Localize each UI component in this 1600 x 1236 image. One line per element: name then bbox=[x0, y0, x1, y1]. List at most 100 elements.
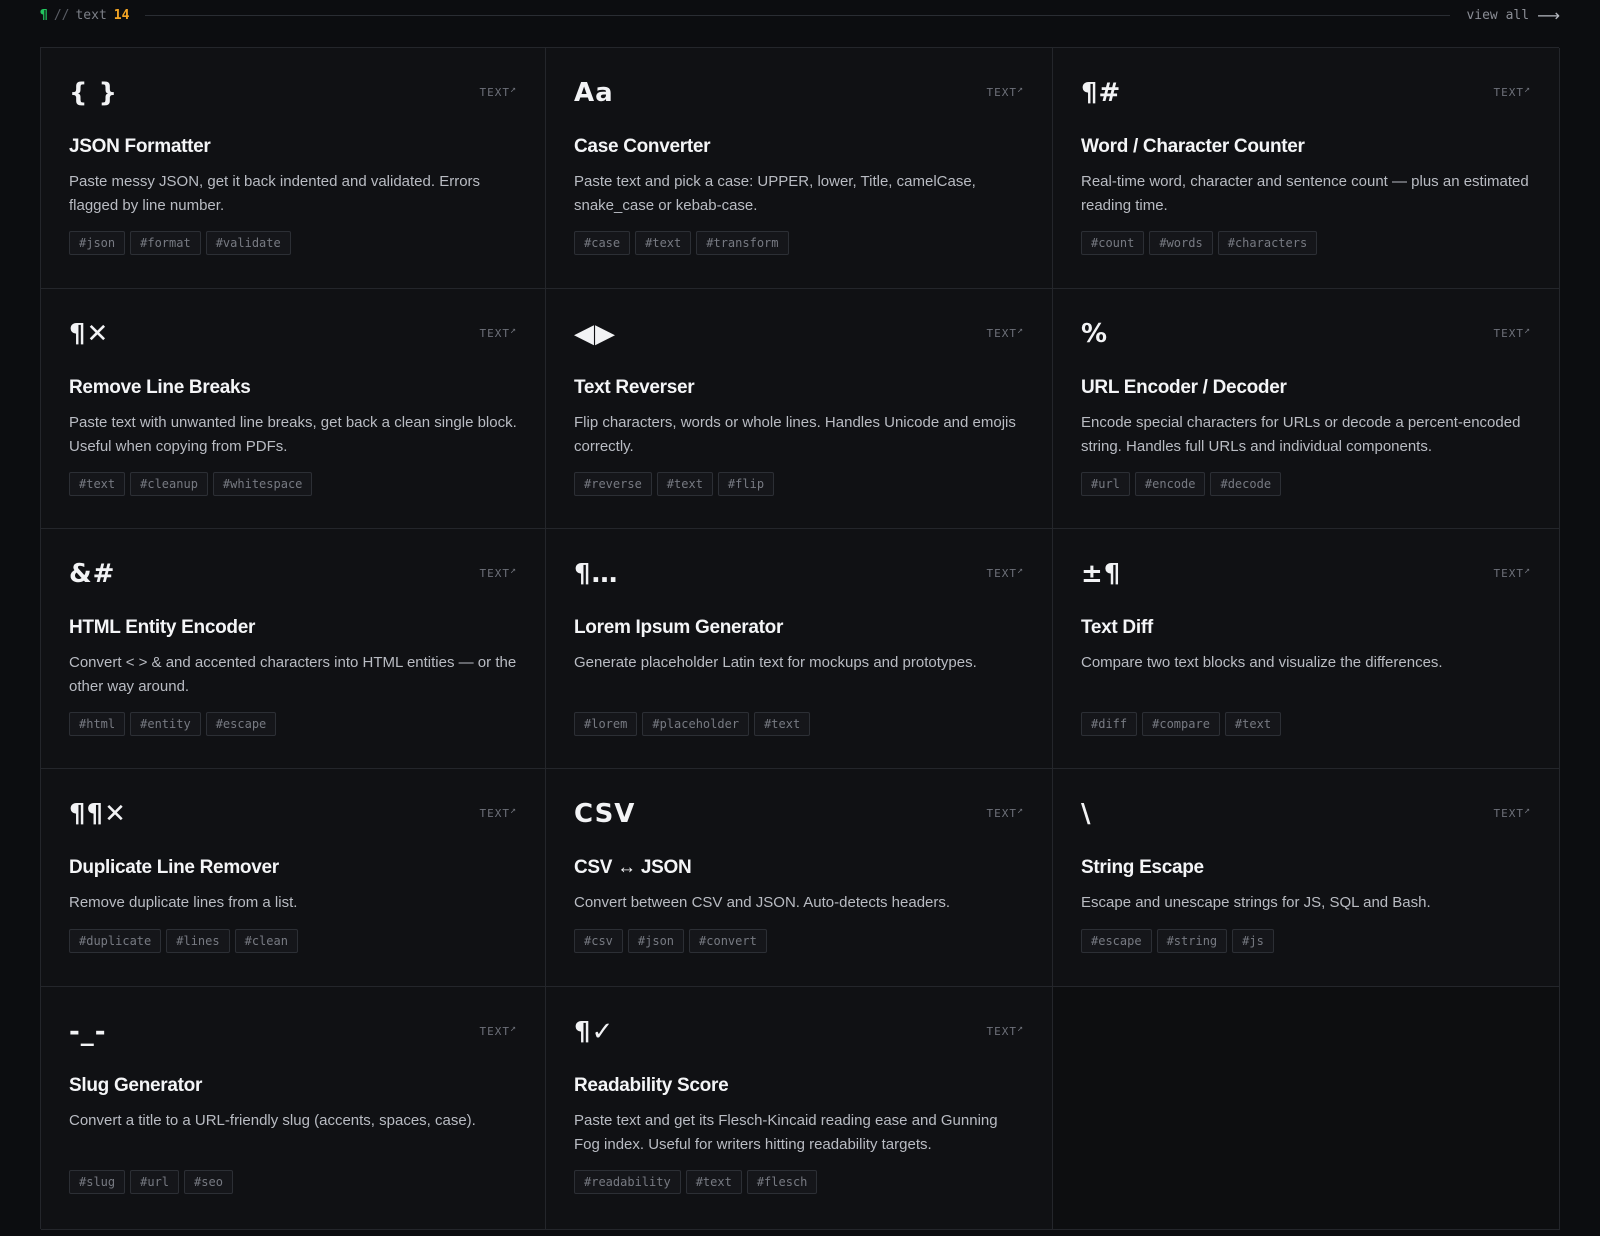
tag-chip[interactable]: #js bbox=[1232, 929, 1274, 953]
view-all-link[interactable]: view all ⟶ bbox=[1466, 6, 1560, 25]
tag-chip[interactable]: #entity bbox=[130, 712, 201, 736]
section-header: ¶ // text 14 view all ⟶ bbox=[40, 4, 1560, 26]
tag-chip[interactable]: #format bbox=[130, 231, 201, 255]
tool-card-text-diff[interactable]: ±¶ TEXT↗ Text Diff Compare two text blocks … bbox=[1053, 529, 1560, 769]
tool-icon: ±¶ bbox=[1081, 559, 1122, 589]
tag-chip[interactable]: #string bbox=[1156, 929, 1228, 953]
tag-chip[interactable]: #cleanup bbox=[130, 472, 208, 496]
tool-icon: ¶# bbox=[1081, 78, 1122, 108]
header-divider bbox=[145, 14, 1451, 16]
tag-chip[interactable]: #escape bbox=[1081, 929, 1152, 953]
tag-chip[interactable]: #escape bbox=[205, 712, 277, 736]
tag-chip[interactable]: #transform bbox=[696, 231, 789, 255]
tool-title: Case Converter bbox=[574, 136, 711, 157]
tag-chip[interactable]: #flip bbox=[717, 472, 775, 496]
tool-card-remove-line-breaks[interactable]: ¶✕ TEXT↗ Remove Line Breaks Paste text with… bbox=[41, 289, 546, 529]
tag-chip[interactable]: #seo bbox=[184, 1170, 233, 1194]
tag-chip[interactable]: #text bbox=[754, 712, 811, 736]
tool-description: Escape and unescape strings for JS, SQL … bbox=[1081, 894, 1431, 911]
tag-chip[interactable]: #diff bbox=[1081, 712, 1138, 736]
tag-chip[interactable]: #lines bbox=[166, 929, 230, 953]
tag-chip[interactable]: #csv bbox=[574, 929, 623, 953]
tool-icon: ¶✕ bbox=[69, 319, 110, 349]
tag-chip[interactable]: #json bbox=[69, 231, 126, 255]
external-arrow-icon: ↗ bbox=[1523, 805, 1531, 816]
empty-grid-cell bbox=[1053, 987, 1560, 1230]
tag-list: #count #words #characters bbox=[1081, 231, 1318, 255]
tag-chip[interactable]: #flesch bbox=[746, 1170, 818, 1194]
tag-list: #lorem #placeholder #text bbox=[574, 712, 811, 736]
category-badge: TEXT↗ bbox=[479, 805, 517, 820]
external-arrow-icon: ↗ bbox=[1016, 325, 1024, 336]
tool-description: Generate placeholder Latin text for mock… bbox=[574, 654, 977, 671]
tag-chip[interactable]: #text bbox=[685, 1170, 742, 1194]
tool-card-lorem-ipsum-generator[interactable]: ¶… TEXT↗ Lorem Ipsum Generator Generate pla… bbox=[546, 529, 1053, 769]
tag-chip[interactable]: #html bbox=[69, 712, 126, 736]
category-badge: TEXT↗ bbox=[479, 84, 517, 99]
tool-description: Real-time word, character and sentence c… bbox=[1081, 173, 1529, 214]
external-arrow-icon: ↗ bbox=[1016, 805, 1024, 816]
tool-card-string-escape[interactable]: \ TEXT↗ String Escape Escape and unescape s… bbox=[1053, 769, 1560, 987]
category-label: TEXT bbox=[479, 86, 510, 99]
tag-list: #text #cleanup #whitespace bbox=[69, 472, 313, 496]
tag-chip[interactable]: #url bbox=[1081, 472, 1130, 496]
tag-chip[interactable]: #validate bbox=[205, 231, 291, 255]
tag-chip[interactable]: #placeholder bbox=[642, 712, 750, 736]
tag-chip[interactable]: #convert bbox=[689, 929, 767, 953]
view-all-label: view all bbox=[1466, 7, 1530, 23]
tag-chip[interactable]: #decode bbox=[1210, 472, 1282, 496]
tag-chip[interactable]: #case bbox=[574, 231, 631, 255]
tool-description: Convert a title to a URL-friendly slug (… bbox=[69, 1112, 476, 1129]
tag-chip[interactable]: #count bbox=[1081, 231, 1145, 255]
pilcrow-icon: ¶ bbox=[40, 7, 48, 23]
tool-title: Lorem Ipsum Generator bbox=[574, 617, 784, 638]
tool-card-readability-score[interactable]: ¶✓ TEXT↗ Readability Score Paste text and g… bbox=[546, 987, 1053, 1230]
external-arrow-icon: ↗ bbox=[1016, 1023, 1024, 1034]
tag-chip[interactable]: #whitespace bbox=[212, 472, 313, 496]
tag-chip[interactable]: #readability bbox=[574, 1170, 681, 1194]
tool-card-word-character-counter[interactable]: ¶# TEXT↗ Word / Character Counter Real-time… bbox=[1053, 48, 1560, 289]
tool-card-url-encoder-decoder[interactable]: % TEXT↗ URL Encoder / Decoder Encode specia… bbox=[1053, 289, 1560, 529]
tool-card-duplicate-line-remover[interactable]: ¶¶✕ TEXT↗ Duplicate Line Remover Remove dup… bbox=[41, 769, 546, 987]
category-badge: TEXT↗ bbox=[1493, 565, 1531, 580]
tag-list: #html #entity #escape bbox=[69, 712, 277, 736]
comment-slashes: // bbox=[53, 7, 70, 23]
tool-icon: ¶✓ bbox=[574, 1017, 615, 1047]
tag-chip[interactable]: #text bbox=[69, 472, 126, 496]
tag-chip[interactable]: #reverse bbox=[574, 472, 652, 496]
tool-card-slug-generator[interactable]: -_- TEXT↗ Slug Generator Convert a title to… bbox=[41, 987, 546, 1230]
tag-list: #diff #compare #text bbox=[1081, 712, 1282, 736]
tag-chip[interactable]: #characters bbox=[1217, 231, 1318, 255]
tool-description: Compare two text blocks and visualize th… bbox=[1081, 654, 1443, 671]
tag-chip[interactable]: #lorem bbox=[574, 712, 638, 736]
arrow-right-icon: ⟶ bbox=[1537, 5, 1560, 25]
tag-chip[interactable]: #clean bbox=[234, 929, 298, 953]
tool-card-case-converter[interactable]: Aa TEXT↗ Case Converter Paste text and pick… bbox=[546, 48, 1053, 289]
tag-chip[interactable]: #encode bbox=[1134, 472, 1206, 496]
tool-icon: CSV bbox=[574, 799, 636, 829]
tool-title: Word / Character Counter bbox=[1081, 136, 1305, 157]
tag-chip[interactable]: #json bbox=[627, 929, 685, 953]
category-label: TEXT bbox=[1493, 86, 1524, 99]
tool-card-text-reverser[interactable]: ◀▶ TEXT↗ Text Reverser Flip characters, wor… bbox=[546, 289, 1053, 529]
tool-description: Convert between CSV and JSON. Auto-detec… bbox=[574, 894, 951, 911]
category-badge: TEXT↗ bbox=[479, 1023, 517, 1038]
tool-card-csv-json[interactable]: CSV TEXT↗ CSV ↔ JSON Convert between CSV an… bbox=[546, 769, 1053, 987]
category-badge: TEXT↗ bbox=[986, 565, 1024, 580]
tool-card-json-formatter[interactable]: { } TEXT↗ JSON Formatter Paste messy JSON, … bbox=[41, 48, 546, 289]
tag-chip[interactable]: #duplicate bbox=[69, 929, 162, 953]
tag-chip[interactable]: #words bbox=[1149, 231, 1213, 255]
tag-chip[interactable]: #slug bbox=[69, 1170, 126, 1194]
tool-title: CSV ↔ JSON bbox=[574, 857, 692, 878]
category-label: TEXT bbox=[986, 327, 1017, 340]
tag-list: #reverse #text #flip bbox=[574, 472, 775, 496]
external-arrow-icon: ↗ bbox=[509, 565, 517, 576]
tool-card-html-entity-encoder[interactable]: &# TEXT↗ HTML Entity Encoder Convert < > & … bbox=[41, 529, 546, 769]
tag-list: #json #format #validate bbox=[69, 231, 291, 255]
tag-chip[interactable]: #compare bbox=[1142, 712, 1220, 736]
tool-icon: ¶… bbox=[574, 559, 619, 589]
tag-chip[interactable]: #text bbox=[656, 472, 713, 496]
tag-chip[interactable]: #text bbox=[1224, 712, 1282, 736]
tag-chip[interactable]: #url bbox=[130, 1170, 180, 1194]
tag-chip[interactable]: #text bbox=[635, 231, 692, 255]
